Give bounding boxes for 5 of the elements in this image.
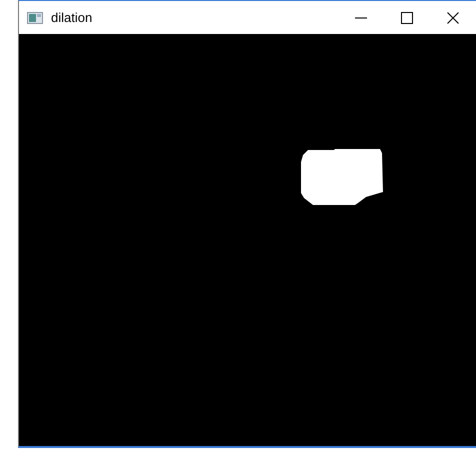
close-icon [447, 12, 459, 24]
maximize-icon [401, 12, 413, 24]
window-title: dilation [51, 8, 92, 27]
minimize-icon [355, 16, 367, 18]
app-icon [27, 12, 43, 24]
